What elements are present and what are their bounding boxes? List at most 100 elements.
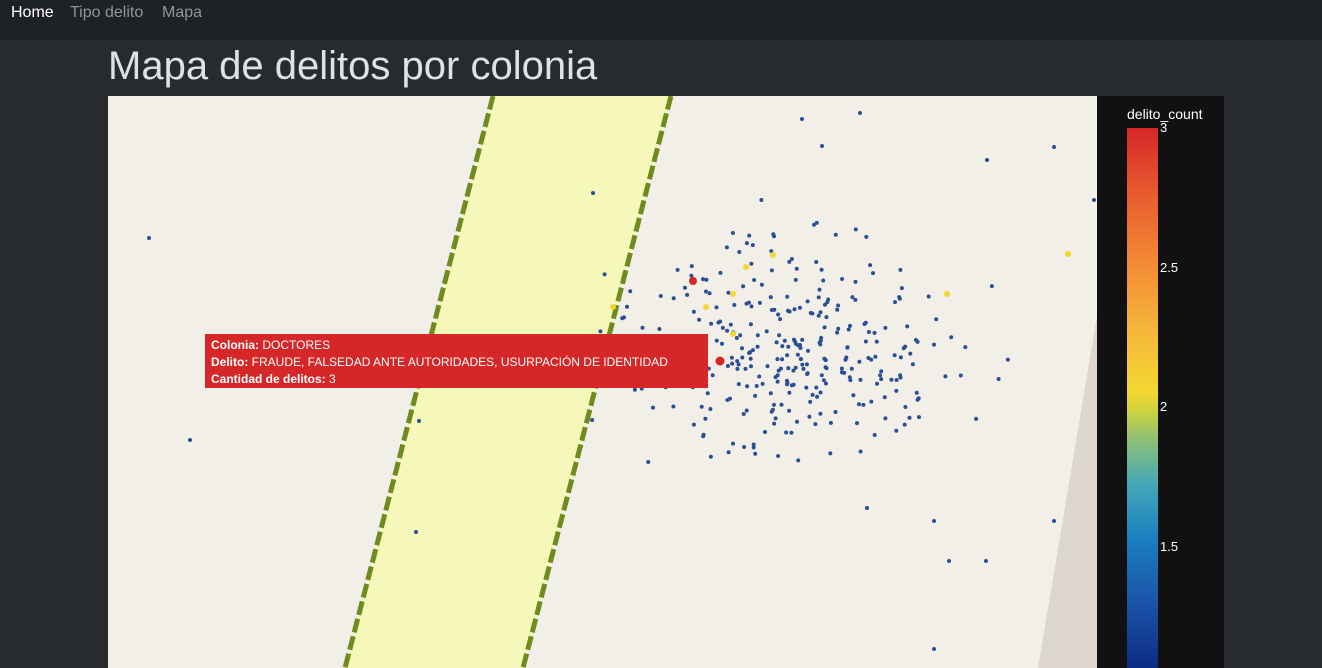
- crime-point[interactable]: [417, 419, 421, 423]
- crime-point[interactable]: [839, 366, 844, 371]
- crime-point[interactable]: [754, 384, 759, 388]
- crime-point[interactable]: [720, 341, 724, 346]
- crime-point[interactable]: [772, 307, 777, 312]
- crime-point[interactable]: [893, 300, 897, 305]
- crime-point[interactable]: [857, 402, 861, 407]
- nav-home-link[interactable]: Home: [11, 4, 54, 22]
- crime-point[interactable]: [791, 368, 796, 373]
- crime-point[interactable]: [850, 295, 855, 300]
- crime-point[interactable]: [1052, 519, 1056, 523]
- crime-point[interactable]: [894, 428, 899, 433]
- crime-point[interactable]: [800, 362, 805, 367]
- crime-point[interactable]: [808, 399, 813, 404]
- crime-point[interactable]: [764, 329, 769, 334]
- crime-point[interactable]: [833, 232, 838, 237]
- crime-point[interactable]: [814, 260, 819, 264]
- crime-point[interactable]: [898, 267, 903, 272]
- crime-point[interactable]: [786, 366, 791, 371]
- crime-point[interactable]: [828, 420, 833, 425]
- crime-point[interactable]: [916, 396, 921, 401]
- crime-point[interactable]: [913, 338, 918, 342]
- crime-point[interactable]: [984, 559, 988, 563]
- crime-point[interactable]: [848, 323, 852, 328]
- crime-point[interactable]: [819, 267, 824, 272]
- crime-point[interactable]: [755, 344, 760, 349]
- crime-point[interactable]: [824, 381, 828, 386]
- crime-point[interactable]: [908, 351, 913, 356]
- crime-point[interactable]: [932, 647, 936, 651]
- crime-point-mid[interactable]: [610, 304, 616, 310]
- crime-point[interactable]: [657, 327, 662, 331]
- crime-point[interactable]: [760, 381, 765, 386]
- crime-point[interactable]: [819, 373, 824, 378]
- crime-point[interactable]: [787, 309, 792, 314]
- crime-point[interactable]: [742, 445, 747, 449]
- crime-point[interactable]: [855, 421, 859, 426]
- crime-point[interactable]: [591, 191, 595, 195]
- crime-point[interactable]: [738, 333, 743, 338]
- crime-point[interactable]: [879, 377, 884, 382]
- crime-point[interactable]: [751, 442, 756, 447]
- crime-point[interactable]: [806, 348, 810, 353]
- crime-point[interactable]: [787, 259, 792, 264]
- crime-point[interactable]: [775, 357, 780, 362]
- crime-point[interactable]: [857, 359, 862, 364]
- crime-point[interactable]: [853, 297, 858, 302]
- crime-point[interactable]: [728, 322, 733, 327]
- crime-point[interactable]: [769, 268, 774, 273]
- crime-point[interactable]: [863, 320, 868, 325]
- crime-point[interactable]: [858, 377, 863, 382]
- crime-point[interactable]: [864, 234, 869, 239]
- crime-point[interactable]: [725, 398, 730, 402]
- crime-point[interactable]: [777, 333, 782, 338]
- crime-point[interactable]: [775, 373, 780, 378]
- crime-point[interactable]: [932, 519, 936, 523]
- crime-point[interactable]: [878, 373, 883, 378]
- crime-point[interactable]: [752, 278, 757, 282]
- crime-point[interactable]: [858, 449, 863, 454]
- crime-point[interactable]: [734, 336, 739, 340]
- crime-point[interactable]: [708, 407, 713, 411]
- crime-point[interactable]: [810, 392, 815, 397]
- crime-point[interactable]: [726, 290, 731, 295]
- crime-point[interactable]: [757, 300, 762, 305]
- crime-point[interactable]: [757, 374, 762, 379]
- crime-point[interactable]: [996, 377, 1001, 381]
- crime-point[interactable]: [765, 364, 770, 369]
- crime-point[interactable]: [697, 317, 702, 322]
- crime-point[interactable]: [820, 144, 824, 148]
- crime-point[interactable]: [813, 422, 818, 427]
- crime-point[interactable]: [963, 345, 968, 350]
- crime-point[interactable]: [750, 348, 755, 353]
- crime-point[interactable]: [865, 506, 869, 510]
- crime-point[interactable]: [744, 301, 749, 306]
- crime-point[interactable]: [804, 385, 809, 390]
- crime-point-high-hovered[interactable]: [715, 356, 725, 366]
- crime-point[interactable]: [744, 408, 749, 413]
- crime-point[interactable]: [853, 279, 858, 284]
- crime-point[interactable]: [824, 315, 829, 320]
- crime-point[interactable]: [793, 341, 798, 346]
- crime-point[interactable]: [730, 361, 735, 366]
- crime-point[interactable]: [776, 454, 781, 458]
- crime-point[interactable]: [714, 305, 719, 310]
- crime-point[interactable]: [785, 381, 790, 385]
- crime-point[interactable]: [958, 373, 963, 378]
- crime-point[interactable]: [703, 416, 708, 421]
- crime-point-mid[interactable]: [703, 304, 709, 310]
- crime-point[interactable]: [640, 325, 645, 330]
- crime-point[interactable]: [1052, 145, 1056, 149]
- crime-point[interactable]: [902, 422, 907, 427]
- crime-point[interactable]: [745, 384, 750, 389]
- crime-point[interactable]: [835, 307, 840, 312]
- crime-point-mid[interactable]: [730, 331, 736, 337]
- crime-point[interactable]: [875, 381, 879, 386]
- crime-point[interactable]: [819, 335, 824, 340]
- crime-point[interactable]: [901, 346, 906, 351]
- crime-point[interactable]: [861, 402, 866, 407]
- map-canvas[interactable]: Colonia: DOCTORES Delito: FRAUDE, FALSED…: [108, 96, 1097, 668]
- crime-point[interactable]: [731, 441, 735, 446]
- crime-point[interactable]: [821, 278, 826, 283]
- crime-point[interactable]: [815, 394, 820, 399]
- crime-point[interactable]: [710, 373, 715, 378]
